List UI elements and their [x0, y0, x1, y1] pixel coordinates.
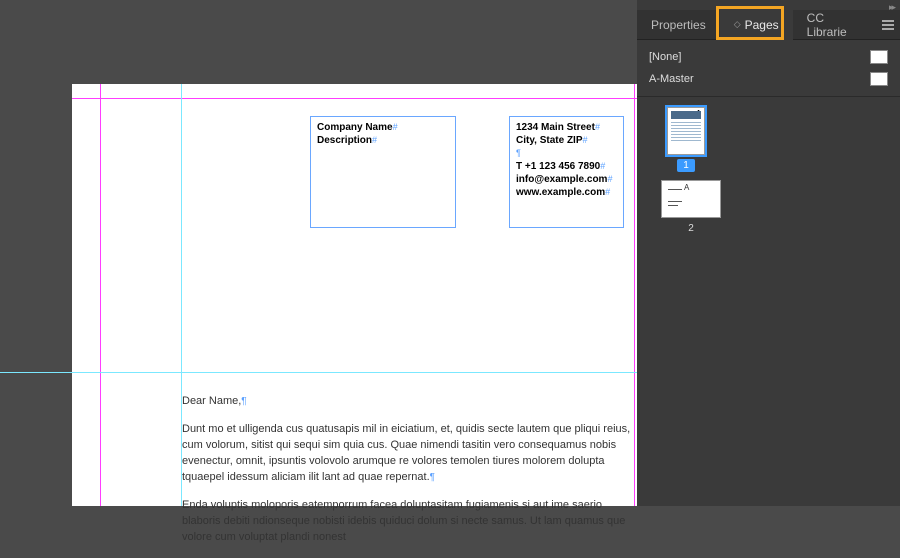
email-line: info@example.com [516, 174, 607, 185]
page-number: 1 [677, 159, 695, 172]
margin-guide-right [634, 84, 635, 506]
thumbnail: A [661, 180, 721, 218]
master-thumbnail [870, 50, 888, 64]
body-paragraph: Dunt mo et ulligenda cus quatusapis mil … [182, 423, 630, 483]
hidden-char-icon: # [607, 174, 612, 184]
master-none[interactable]: [None] [637, 46, 900, 68]
master-badge: A [684, 183, 689, 192]
text-frame-company[interactable]: Company Name# Description# [310, 116, 456, 228]
margin-guide-top [72, 98, 637, 99]
pilcrow-icon: ¶ [241, 396, 246, 407]
hidden-char-icon: # [583, 135, 588, 145]
panel-tabs: Properties ◇ Pages CC Librarie [637, 10, 900, 40]
baseline-guide [72, 372, 637, 373]
hidden-char-icon: # [595, 122, 600, 132]
hidden-char-icon: # [600, 161, 605, 171]
master-thumbnail [870, 72, 888, 86]
pilcrow-icon: ¶ [430, 472, 435, 483]
company-name: Company Name [317, 122, 393, 133]
thumbnail: A [667, 107, 705, 155]
document-canvas[interactable]: Company Name# Description# 1234 Main Str… [0, 0, 637, 506]
hidden-char-icon: # [372, 135, 377, 145]
pages-panel: ▸▸ Properties ◇ Pages CC Librarie [None]… [637, 0, 900, 506]
margin-guide-left [100, 84, 101, 506]
page-thumb-1[interactable]: A 1 [651, 107, 721, 172]
page-number: 2 [682, 222, 700, 235]
master-a[interactable]: A-Master [637, 68, 900, 90]
expand-panel-icon[interactable]: ▸▸ [889, 2, 894, 13]
body-paragraph: Enda voluptis moloporis eatemporrum face… [182, 499, 625, 543]
hidden-char-icon: # [605, 187, 610, 197]
hidden-char-icon: ¶ [516, 148, 521, 158]
website-line: www.example.com [516, 187, 605, 198]
address-line: City, State ZIP [516, 135, 583, 146]
tab-cc-libraries[interactable]: CC Librarie [793, 10, 877, 40]
page[interactable]: Company Name# Description# 1234 Main Str… [72, 84, 637, 506]
address-line: 1234 Main Street [516, 122, 595, 133]
updown-icon: ◇ [734, 19, 741, 30]
greeting: Dear Name, [182, 395, 241, 407]
body-text-frame[interactable]: Dear Name,¶ Dunt mo et ulligenda cus qua… [182, 394, 634, 558]
company-description: Description [317, 135, 372, 146]
tab-properties[interactable]: Properties [637, 10, 720, 40]
hidden-char-icon: # [393, 122, 398, 132]
panel-menu-icon[interactable] [876, 10, 900, 40]
page-thumbnails: A 1 A 2 [637, 97, 900, 253]
phone-line: T +1 123 456 7890 [516, 161, 600, 172]
page-thumb-2[interactable]: A 2 [651, 180, 731, 235]
masters-section: [None] A-Master [637, 40, 900, 97]
tab-pages[interactable]: ◇ Pages [720, 10, 793, 40]
text-frame-address[interactable]: 1234 Main Street# City, State ZIP# ¶ T +… [509, 116, 624, 228]
